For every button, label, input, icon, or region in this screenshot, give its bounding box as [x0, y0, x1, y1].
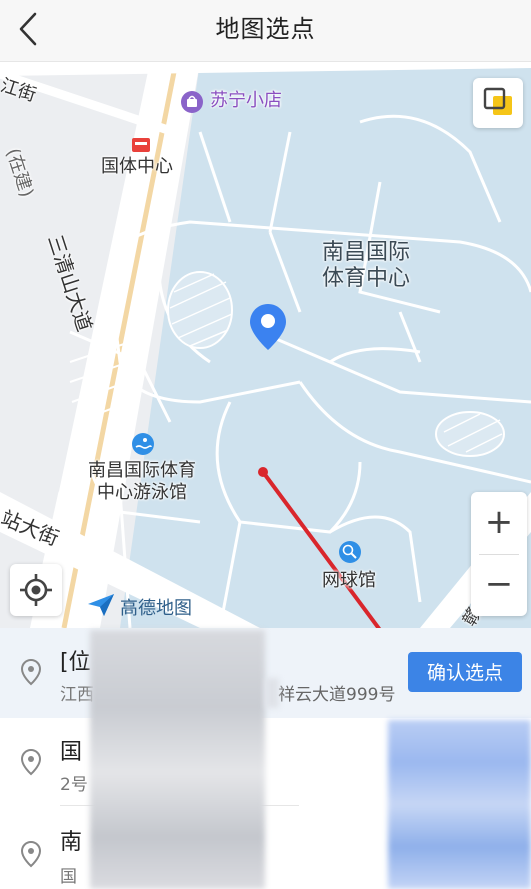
- poi-label-guoti[interactable]: 国体中心: [101, 156, 173, 178]
- result-title: 南: [60, 830, 83, 855]
- result-title: [位: [60, 650, 91, 675]
- poi-label-pool[interactable]: 南昌国际体育 中心游泳馆: [88, 460, 196, 504]
- redacted-region: [388, 720, 531, 889]
- poi-label-sports-center[interactable]: 南昌国际 体育中心: [322, 240, 410, 292]
- page-title: 地图选点: [215, 15, 316, 43]
- location-pin-icon: [20, 658, 42, 686]
- swimming-icon: [132, 433, 154, 455]
- confirm-location-button[interactable]: 确认选点: [408, 652, 522, 692]
- building-icon: [132, 138, 150, 152]
- result-subtitle: 国: [60, 867, 77, 887]
- redacted-region: [90, 630, 265, 889]
- map-view[interactable]: 苏宁小店 国体中心 南昌国际 体育中心 南昌国际体育 中心游泳馆 网球馆 三清山…: [0, 62, 531, 628]
- result-title: 国: [60, 740, 83, 765]
- zoom-in-button[interactable]: +: [471, 492, 527, 554]
- shopping-bag-icon: [181, 91, 203, 113]
- zoom-out-button[interactable]: −: [471, 554, 527, 616]
- crosshair-icon: [20, 574, 52, 606]
- location-pin-icon: [20, 748, 42, 776]
- nav-header: 地图选点: [0, 0, 531, 62]
- amap-logo-text: 高德地图: [120, 598, 192, 619]
- layers-icon: [483, 87, 512, 115]
- location-pin-icon: [250, 304, 286, 350]
- result-list: [位 江西 祥云大道999号 确认选点 国 2号 南 国: [0, 628, 531, 889]
- zoom-controls: + −: [471, 492, 527, 616]
- poi-label-suning[interactable]: 苏宁小店: [210, 90, 282, 112]
- map-layer-button[interactable]: [473, 78, 523, 128]
- tennis-icon: [339, 541, 361, 563]
- amap-logo: 高德地图: [86, 592, 192, 619]
- paper-plane-icon: [88, 594, 114, 616]
- result-subtitle-prefix: 江西: [60, 685, 94, 705]
- result-subtitle-suffix: 祥云大道999号: [278, 685, 396, 705]
- redacted-region: [265, 678, 279, 708]
- poi-label-tennis[interactable]: 网球馆: [322, 570, 376, 592]
- location-pin-icon: [20, 840, 42, 868]
- result-subtitle: 2号: [60, 775, 88, 795]
- locate-me-button[interactable]: [10, 564, 62, 616]
